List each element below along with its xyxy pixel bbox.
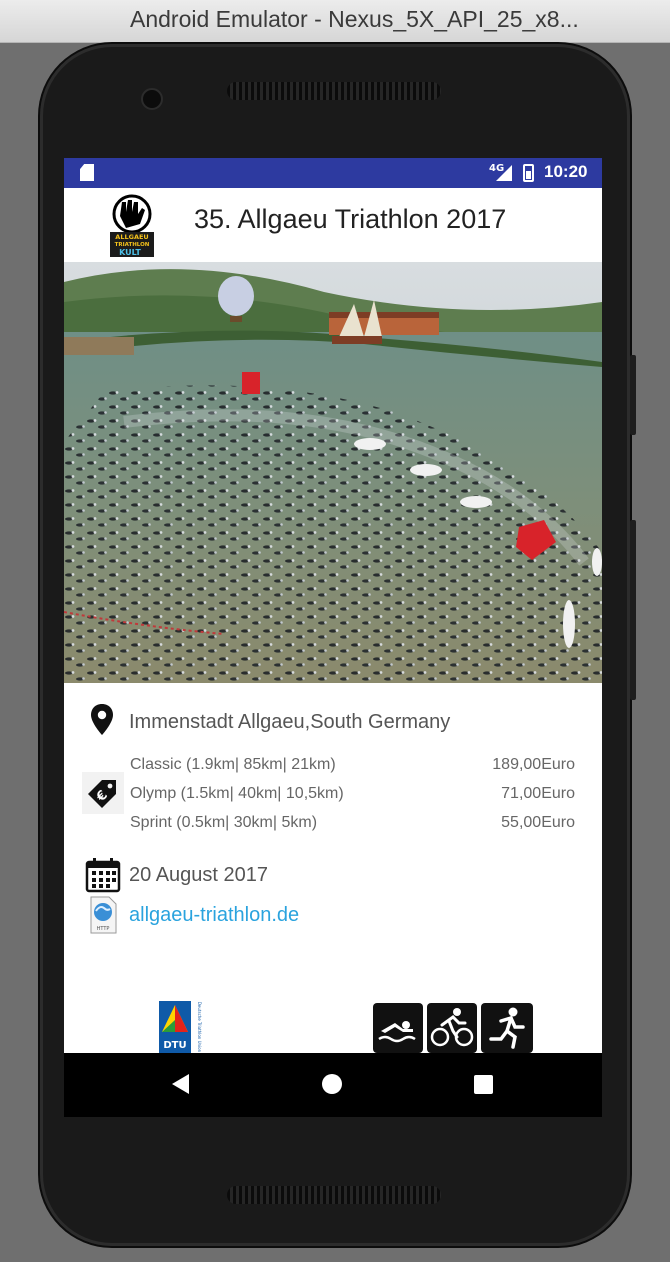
price-row-sprint: Sprint (0.5km| 30km| 5km) 55,00Euro bbox=[130, 814, 575, 838]
price-option-value: 55,00Euro bbox=[501, 814, 575, 831]
dtu-logo: DTU Deutsche Triathlon Union bbox=[158, 1000, 206, 1054]
price-option-name: Sprint (0.5km| 30km| 5km) bbox=[130, 814, 318, 831]
window-title: Android Emulator - Nexus_5X_API_25_x8... bbox=[130, 6, 579, 32]
sd-card-icon bbox=[80, 164, 94, 181]
run-icon bbox=[481, 1003, 533, 1053]
svg-text:HTTP: HTTP bbox=[97, 926, 110, 932]
hero-image-lake-swim-start bbox=[64, 262, 602, 683]
web-http-icon: HTTP bbox=[90, 896, 117, 934]
back-icon[interactable] bbox=[172, 1074, 189, 1094]
android-nav-bar bbox=[64, 1053, 602, 1117]
app-screen: 4G 10:20 ALLGAEU TRIATHLON KULT 35. Allg… bbox=[64, 158, 602, 1117]
recents-icon[interactable] bbox=[474, 1075, 493, 1094]
volume-button[interactable] bbox=[630, 520, 636, 700]
price-row-olymp: Olymp (1.5km| 40km| 10,5km) 71,00Euro bbox=[130, 785, 575, 809]
location-pin-icon bbox=[91, 704, 113, 735]
swim-icon bbox=[373, 1003, 423, 1053]
allgaeu-triathlon-kult-logo: ALLGAEU TRIATHLON KULT bbox=[110, 194, 154, 257]
event-website-link[interactable]: allgaeu-triathlon.de bbox=[129, 904, 299, 927]
power-button[interactable] bbox=[630, 355, 636, 435]
price-row-classic: Classic (1.9km| 85km| 21km) 189,00Euro bbox=[130, 756, 575, 780]
svg-text:Deutsche Triathlon Union: Deutsche Triathlon Union bbox=[197, 1002, 202, 1053]
price-option-name: Olymp (1.5km| 40km| 10,5km) bbox=[130, 785, 344, 802]
status-bar: 4G 10:20 bbox=[64, 158, 602, 188]
price-tag-icon: € bbox=[82, 772, 124, 814]
bottom-speaker bbox=[227, 1186, 441, 1204]
svg-text:KULT: KULT bbox=[119, 248, 141, 257]
app-header: ALLGAEU TRIATHLON KULT 35. Allgaeu Triat… bbox=[64, 188, 602, 262]
calendar-icon bbox=[85, 858, 121, 893]
bike-icon bbox=[427, 1003, 477, 1053]
battery-icon bbox=[523, 164, 534, 182]
top-speaker bbox=[227, 82, 441, 100]
status-time: 10:20 bbox=[544, 162, 588, 181]
svg-text:DTU: DTU bbox=[163, 1040, 186, 1051]
home-icon[interactable] bbox=[322, 1074, 342, 1094]
price-option-value: 189,00Euro bbox=[492, 756, 575, 773]
event-date: 20 August 2017 bbox=[129, 864, 269, 886]
app-title: 35. Allgaeu Triathlon 2017 bbox=[194, 204, 507, 234]
front-camera bbox=[141, 88, 163, 110]
price-option-name: Classic (1.9km| 85km| 21km) bbox=[130, 756, 336, 773]
price-option-value: 71,00Euro bbox=[501, 785, 575, 802]
event-location: Immenstadt Allgaeu,South Germany bbox=[129, 711, 451, 733]
svg-text:ALLGAEU: ALLGAEU bbox=[115, 233, 148, 241]
emulator-titlebar: Android Emulator - Nexus_5X_API_25_x8... bbox=[0, 0, 670, 43]
signal-icon bbox=[496, 165, 512, 181]
